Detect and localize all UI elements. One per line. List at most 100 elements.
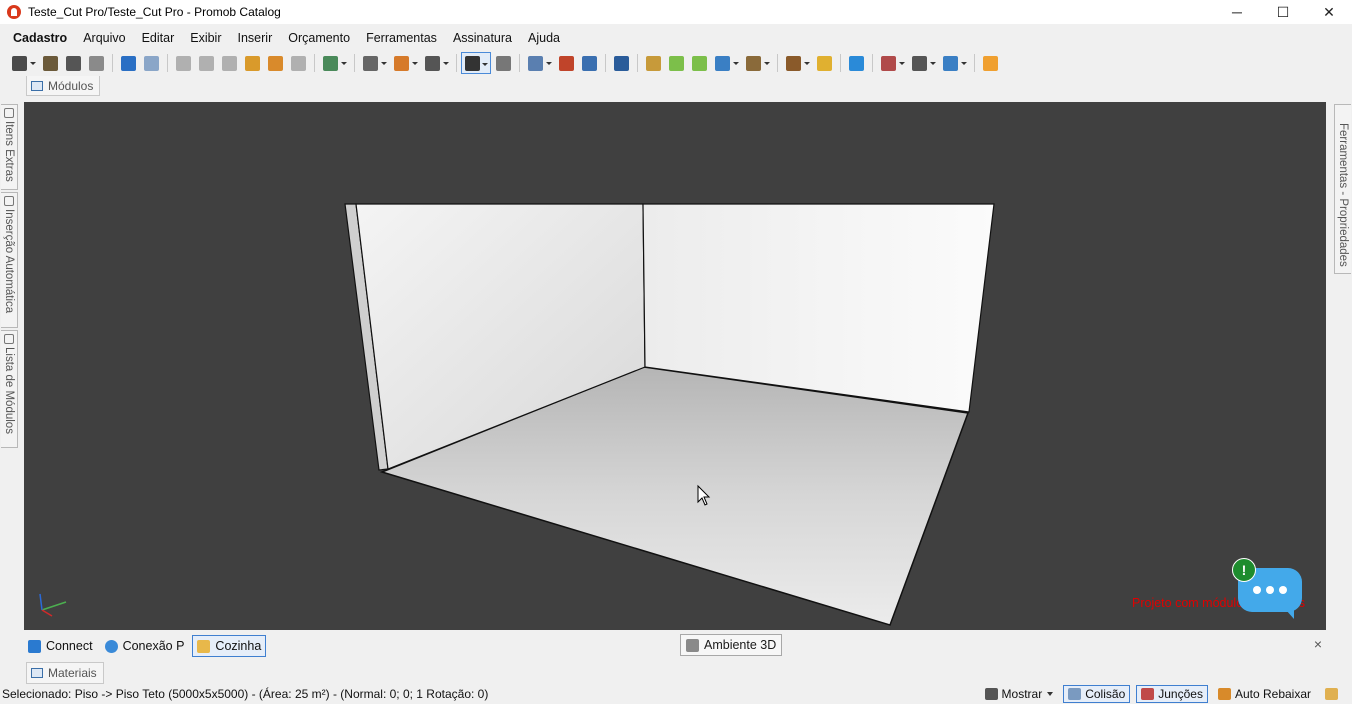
panel-tab-ferramentas-propriedades[interactable]: Ferramentas - Propriedades bbox=[1334, 104, 1351, 274]
dimension-button[interactable] bbox=[555, 52, 577, 74]
toolbar-separator bbox=[456, 54, 457, 72]
title-bar: Teste_Cut Pro/Teste_Cut Pro - Promob Cat… bbox=[0, 0, 1352, 24]
close-button[interactable]: ✕ bbox=[1306, 0, 1352, 24]
maximize-button[interactable]: ☐ bbox=[1260, 0, 1306, 24]
minimize-button[interactable]: ─ bbox=[1214, 0, 1260, 24]
colisao-toggle[interactable]: Colisão bbox=[1063, 685, 1131, 703]
tab-cozinha[interactable]: Cozinha bbox=[192, 635, 267, 657]
toolbar-separator bbox=[519, 54, 520, 72]
room-scene[interactable] bbox=[24, 102, 1326, 630]
tab-label: Connect bbox=[46, 639, 93, 653]
back-arrow-icon bbox=[668, 55, 684, 71]
menu-editar[interactable]: Editar bbox=[134, 31, 183, 45]
redo-button[interactable] bbox=[140, 52, 162, 74]
menu-exibir[interactable]: Exibir bbox=[182, 31, 229, 45]
view-3d-button[interactable] bbox=[578, 52, 600, 74]
back-arrow-button[interactable] bbox=[665, 52, 687, 74]
clip-icon bbox=[4, 108, 14, 118]
menu-assinatura[interactable]: Assinatura bbox=[445, 31, 520, 45]
delete-button[interactable] bbox=[287, 52, 309, 74]
window-controls: ─ ☐ ✕ bbox=[1214, 0, 1352, 24]
render-icon bbox=[322, 55, 338, 71]
toolbar-separator bbox=[605, 54, 606, 72]
panel-tab-lista-de-modulos[interactable]: Lista de Módulos bbox=[1, 330, 18, 448]
forward-arrow-button[interactable] bbox=[688, 52, 710, 74]
cut-button[interactable] bbox=[172, 52, 194, 74]
eye-button[interactable] bbox=[610, 52, 632, 74]
paint-button[interactable] bbox=[264, 52, 286, 74]
colisao-label: Colisão bbox=[1085, 687, 1126, 701]
mostrar-dropdown[interactable]: Mostrar bbox=[981, 685, 1058, 703]
render-button[interactable] bbox=[319, 52, 349, 74]
auto-rebaixar-toggle[interactable]: Auto Rebaixar bbox=[1214, 685, 1315, 703]
status-toggles: Mostrar Colisão Junções Auto Rebaixar bbox=[981, 684, 1352, 704]
chat-dot bbox=[1279, 586, 1287, 594]
user-button[interactable] bbox=[979, 52, 1001, 74]
redo-icon bbox=[143, 55, 159, 71]
align-icon bbox=[393, 55, 409, 71]
print-button[interactable] bbox=[85, 52, 107, 74]
box-icon bbox=[745, 55, 761, 71]
panel-tab-label: Inserção Automática bbox=[3, 209, 15, 314]
paint-icon bbox=[267, 55, 283, 71]
viewport-3d[interactable]: Projeto com módulos especiais ! bbox=[24, 102, 1326, 630]
measure-button[interactable] bbox=[492, 52, 514, 74]
undo-button[interactable] bbox=[117, 52, 139, 74]
layout-button[interactable] bbox=[908, 52, 938, 74]
tab-connect[interactable]: Connect bbox=[24, 635, 97, 657]
tab-conexao-p[interactable]: Conexão P bbox=[101, 635, 189, 657]
chevron-down-icon bbox=[1047, 692, 1054, 696]
tools-button[interactable] bbox=[1321, 685, 1346, 703]
lower-icon bbox=[1217, 688, 1231, 700]
toolbar-separator bbox=[167, 54, 168, 72]
menu-ajuda[interactable]: Ajuda bbox=[520, 31, 568, 45]
modulos-tab[interactable]: Módulos bbox=[26, 76, 101, 96]
cube-view-button[interactable] bbox=[711, 52, 741, 74]
print-preview-button[interactable] bbox=[62, 52, 84, 74]
menu-cadastro[interactable]: Cadastro bbox=[5, 31, 75, 45]
menu-arquivo[interactable]: Arquivo bbox=[75, 31, 133, 45]
close-tab-button[interactable]: × bbox=[1314, 636, 1322, 652]
light-bulb-button[interactable] bbox=[813, 52, 835, 74]
status-bar: Selecionado: Piso -> Piso Teto (5000x5x5… bbox=[0, 684, 1352, 704]
window-title: Teste_Cut Pro/Teste_Cut Pro - Promob Cat… bbox=[28, 5, 281, 19]
magic-icon bbox=[4, 196, 14, 206]
joints-icon bbox=[1141, 688, 1155, 700]
panel-tab-itens-extras[interactable]: Itens Extras bbox=[1, 104, 18, 190]
auto-rebaixar-label: Auto Rebaixar bbox=[1234, 687, 1311, 701]
rss-icon bbox=[28, 639, 41, 653]
tab-ambiente-3d[interactable]: Ambiente 3D bbox=[680, 634, 783, 656]
print-setup-button[interactable] bbox=[39, 52, 61, 74]
juncoes-toggle[interactable]: Junções bbox=[1136, 685, 1208, 703]
import-button[interactable] bbox=[642, 52, 664, 74]
select-pointer-button[interactable] bbox=[461, 52, 491, 74]
viewport-tabs: Connect Conexão P Cozinha Ambiente 3D × bbox=[24, 634, 1328, 658]
cube-view-icon bbox=[714, 55, 730, 71]
menu-ferramentas[interactable]: Ferramentas bbox=[358, 31, 445, 45]
group-button[interactable] bbox=[359, 52, 389, 74]
lamp-button[interactable] bbox=[782, 52, 812, 74]
box-button[interactable] bbox=[742, 52, 772, 74]
lasso-button[interactable] bbox=[421, 52, 451, 74]
layers-button[interactable] bbox=[524, 52, 554, 74]
pick-properties-button[interactable] bbox=[241, 52, 263, 74]
paste-button[interactable] bbox=[218, 52, 240, 74]
materiais-tab[interactable]: Materiais bbox=[26, 662, 104, 684]
menu-orcamento[interactable]: Orçamento bbox=[280, 31, 358, 45]
report-button[interactable] bbox=[877, 52, 907, 74]
print-preview-icon bbox=[65, 55, 81, 71]
copy-button[interactable] bbox=[195, 52, 217, 74]
factory-button[interactable] bbox=[939, 52, 969, 74]
toolbar-separator bbox=[354, 54, 355, 72]
folder-icon bbox=[197, 639, 211, 653]
chat-notification-badge: ! bbox=[1232, 558, 1256, 582]
menu-inserir[interactable]: Inserir bbox=[230, 31, 281, 45]
menu-bar: Cadastro Arquivo Editar Exibir Inserir O… bbox=[0, 28, 568, 48]
chat-button[interactable] bbox=[845, 52, 867, 74]
align-button[interactable] bbox=[390, 52, 420, 74]
panel-tab-insercao-automatica[interactable]: Inserção Automática bbox=[1, 192, 18, 328]
save-button[interactable] bbox=[8, 52, 38, 74]
print-icon bbox=[88, 55, 104, 71]
toolbar-separator bbox=[974, 54, 975, 72]
copy-icon bbox=[198, 55, 214, 71]
